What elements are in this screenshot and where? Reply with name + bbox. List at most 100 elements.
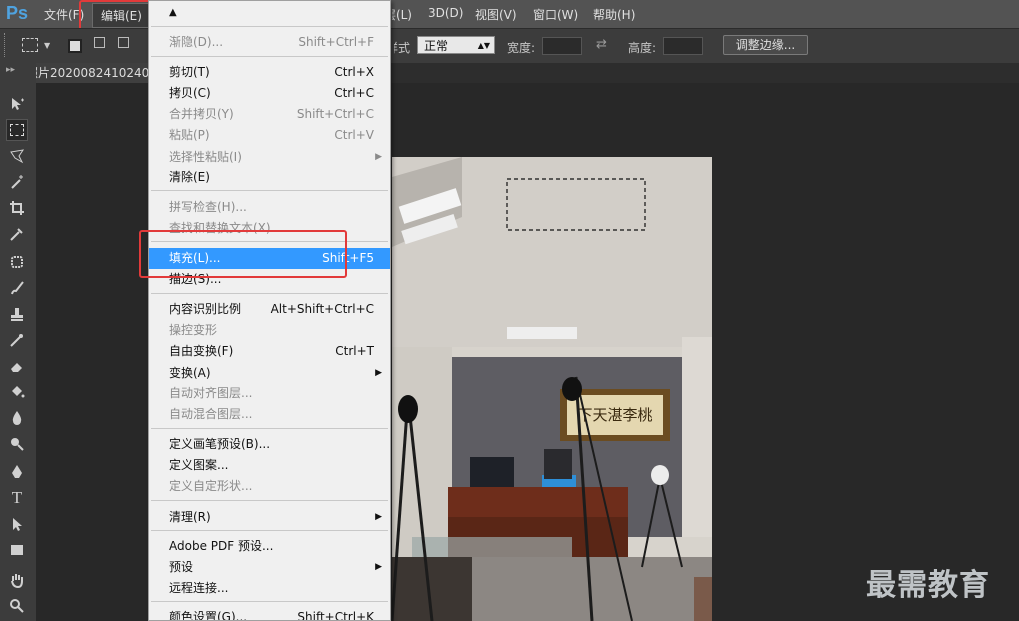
menu-item-paste-special[interactable]: 选择性粘贴(I) ▶ (149, 147, 390, 168)
zoom-tool-icon[interactable] (6, 595, 28, 617)
menu-item-clear[interactable]: 清除(E) (149, 167, 390, 188)
new-selection-icon[interactable] (68, 39, 82, 53)
menu-separator (151, 428, 388, 429)
menu-item-label: 自由变换(F) (169, 344, 234, 358)
submenu-arrow-icon: ▶ (375, 512, 382, 522)
menu-item-label: 定义画笔预设(B)... (169, 437, 271, 451)
menu-item-copy-merged[interactable]: 合并拷贝(Y) Shift+Ctrl+C (149, 104, 390, 125)
menu-separator (151, 500, 388, 501)
menu-separator (151, 26, 388, 27)
office-scene-image: 下天湛李桃 (392, 157, 712, 621)
eraser-tool-icon[interactable] (6, 355, 28, 377)
scroll-up-arrow-icon: ▲ (169, 7, 177, 18)
clone-stamp-tool-icon[interactable] (6, 303, 28, 325)
subtract-selection-icon[interactable] (118, 37, 129, 48)
brush-tool-icon[interactable] (6, 277, 28, 299)
menu-item-spell-check[interactable]: 拼写检查(H)... (149, 197, 390, 218)
style-label: 样式: (394, 41, 410, 55)
menu-item-puppet-warp[interactable]: 操控变形 (149, 320, 390, 341)
menu-item-define-pattern[interactable]: 定义图案... (149, 455, 390, 476)
lasso-tool-icon[interactable] (6, 145, 28, 167)
edit-dropdown-menu: ▲ 渐隐(D)... Shift+Ctrl+F 剪切(T) Ctrl+X 拷贝(… (148, 0, 391, 621)
move-tool-icon[interactable] (6, 93, 28, 115)
menu-separator (151, 293, 388, 294)
type-tool-icon[interactable]: T (6, 487, 28, 509)
menu-item-define-custom-shape[interactable]: 定义自定形状... (149, 476, 390, 497)
menu-item-cut[interactable]: 剪切(T) Ctrl+X (149, 62, 390, 83)
menu-item-label: 剪切(T) (169, 65, 210, 79)
magic-wand-tool-icon[interactable] (6, 171, 28, 193)
menu-item-content-aware-scale[interactable]: 内容识别比例 Alt+Shift+Ctrl+C (149, 299, 390, 320)
marquee-preset-icon[interactable] (22, 38, 38, 52)
menu-item-adobe-pdf-presets[interactable]: Adobe PDF 预设... (149, 536, 390, 557)
chevron-down-icon[interactable]: ▼ (44, 41, 50, 50)
pen-tool-icon[interactable] (6, 461, 28, 483)
menu-item-copy[interactable]: 拷贝(C) Ctrl+C (149, 83, 390, 104)
watermark: 最需教育 (866, 568, 990, 603)
menu-item-label: 渐隐(D)... (169, 35, 224, 49)
menu-item-color-settings[interactable]: 颜色设置(G)... Shift+Ctrl+K (149, 607, 390, 620)
menu-item-shortcut: Ctrl+T (335, 344, 374, 358)
menu-item-purge[interactable]: 清理(R) ▶ (149, 507, 390, 528)
style-select-value: 正常 (424, 39, 449, 53)
menu-view[interactable]: 视图(V) (475, 6, 517, 23)
plaque-text: 下天湛李桃 (577, 406, 652, 424)
hand-tool-icon[interactable] (6, 569, 28, 591)
menu-item-shortcut: Shift+Ctrl+F (298, 35, 374, 49)
eyedropper-tool-icon[interactable] (6, 223, 28, 245)
rectangular-marquee-tool-icon[interactable] (6, 119, 28, 141)
dodge-tool-icon[interactable] (6, 433, 28, 455)
menu-item-label: 选择性粘贴(I) (169, 150, 242, 164)
width-label: 宽度: (507, 41, 536, 55)
grip-handle[interactable] (4, 33, 9, 57)
style-select[interactable]: 正常 ▲▼ (417, 36, 495, 54)
menu-item-label: 清除(E) (169, 170, 210, 184)
menu-item-auto-blend-layers[interactable]: 自动混合图层... (149, 404, 390, 425)
menu-item-label: 变换(A) (169, 366, 211, 380)
submenu-arrow-icon: ▶ (375, 368, 382, 378)
menu-item-label: 清理(R) (169, 510, 211, 524)
menu-item-define-brush-preset[interactable]: 定义画笔预设(B)... (149, 434, 390, 455)
menu-help[interactable]: 帮助(H) (593, 6, 635, 23)
paint-bucket-tool-icon[interactable] (6, 381, 28, 403)
blur-tool-icon[interactable] (6, 407, 28, 429)
healing-brush-tool-icon[interactable] (6, 251, 28, 273)
menu-separator (151, 530, 388, 531)
photoshop-logo: Ps (6, 3, 29, 23)
height-field[interactable] (663, 37, 703, 55)
path-selection-tool-icon[interactable] (6, 513, 28, 535)
menu-item-shortcut: Alt+Shift+Ctrl+C (270, 302, 374, 316)
menu-item-shortcut: Ctrl+C (334, 86, 374, 100)
crop-tool-icon[interactable] (6, 197, 28, 219)
menu-item-label: Adobe PDF 预设... (169, 539, 274, 553)
add-selection-icon[interactable] (94, 37, 105, 48)
document-tab[interactable]: 照片20200824102400 (36, 63, 148, 83)
fill-annotation-box (139, 230, 347, 278)
menu-item-fade[interactable]: 渐隐(D)... Shift+Ctrl+F (149, 32, 390, 53)
office-photo[interactable]: 下天湛李桃 (392, 157, 712, 621)
menu-item-label: 定义自定形状... (169, 479, 253, 493)
menu-item-free-transform[interactable]: 自由变换(F) Ctrl+T (149, 341, 390, 362)
rectangle-tool-icon[interactable] (6, 539, 28, 561)
menu-window[interactable]: 窗口(W) (533, 6, 578, 23)
menu-item-label: 拼写检查(H)... (169, 200, 247, 214)
menu-item-label: 合并拷贝(Y) (169, 107, 234, 121)
submenu-arrow-icon: ▶ (375, 562, 382, 572)
collapse-panel-icon[interactable]: ▸▸ (6, 65, 15, 75)
menu-separator (151, 601, 388, 602)
history-brush-tool-icon[interactable] (6, 329, 28, 351)
menu-item-remote-connections[interactable]: 远程连接... (149, 578, 390, 599)
menu-item-label: 自动混合图层... (169, 407, 253, 421)
menu-item-transform[interactable]: 变换(A) ▶ (149, 363, 390, 384)
menu-item-auto-align-layers[interactable]: 自动对齐图层... (149, 383, 390, 404)
width-field[interactable] (542, 37, 582, 55)
select-arrows-icon: ▲▼ (477, 41, 490, 50)
refine-edge-button[interactable]: 调整边缘... (723, 35, 808, 55)
menu-item-presets[interactable]: 预设 ▶ (149, 557, 390, 578)
menu-3d[interactable]: 3D(D) (428, 6, 463, 20)
menu-item-paste[interactable]: 粘贴(P) Ctrl+V (149, 125, 390, 146)
menu-item-label: 自动对齐图层... (169, 386, 253, 400)
swap-dimensions-icon[interactable]: ⇄ (596, 37, 607, 52)
menu-layer-partial[interactable]: 图层(L) (392, 6, 412, 23)
menu-scroll-up[interactable]: ▲ (149, 2, 390, 23)
